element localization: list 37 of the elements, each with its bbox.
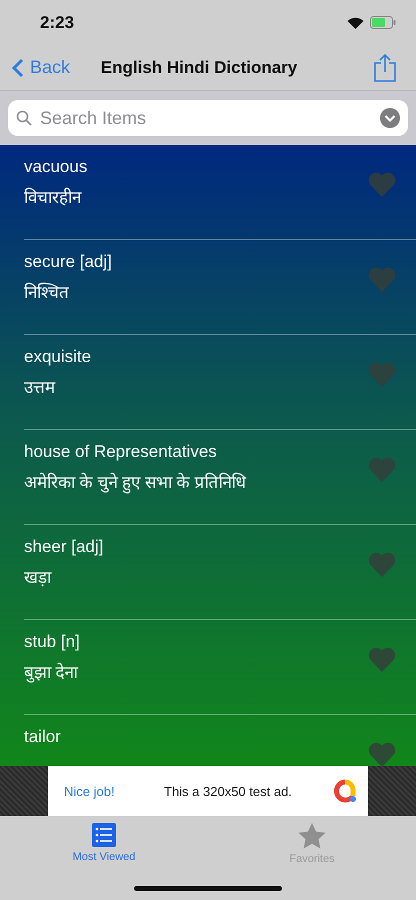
- dropdown-icon[interactable]: [380, 108, 400, 128]
- entry-meaning: अमेरिका के चुने हुए सभा के प्रतिनिधि: [24, 472, 246, 493]
- search-icon: [16, 110, 32, 126]
- ad-text: This a 320x50 test ad.: [164, 784, 293, 798]
- entry-meaning: निश्चित: [24, 282, 70, 303]
- entry-word: exquisite: [24, 347, 92, 367]
- heart-icon[interactable]: [368, 456, 396, 482]
- entry-meaning: उत्तम: [24, 377, 56, 398]
- entry-word: stub [n]: [24, 632, 80, 652]
- status-time: 2:23: [40, 12, 74, 32]
- search-field[interactable]: Search Items: [8, 100, 408, 136]
- wifi-icon: [347, 16, 364, 28]
- list-icon: [92, 823, 116, 847]
- entry-word: tailor: [24, 727, 61, 747]
- heart-icon[interactable]: [368, 646, 396, 672]
- entry-word: sheer [adj]: [24, 537, 104, 557]
- heart-icon[interactable]: [368, 361, 396, 387]
- star-icon: [298, 823, 326, 849]
- chevron-icon: [12, 58, 24, 78]
- ad-banner[interactable]: Nice job! This a 320x50 test ad.: [48, 766, 368, 816]
- heart-icon[interactable]: [368, 551, 396, 577]
- heart-icon[interactable]: [368, 741, 396, 766]
- entry-word: vacuous: [24, 157, 88, 177]
- entry-word: house of Representatives: [24, 442, 218, 462]
- share-icon[interactable]: [374, 54, 396, 82]
- screen-title: English Hindi Dictionary: [100, 58, 298, 78]
- entry-meaning: बुझा देना: [24, 662, 80, 683]
- battery-icon: [370, 16, 396, 29]
- entry-word: secure [adj]: [24, 252, 112, 272]
- heart-icon[interactable]: [368, 266, 396, 292]
- ad-logo-icon: [332, 778, 358, 804]
- entry-meaning: खड़ा: [24, 567, 53, 588]
- entry-meaning: विचारहीन: [24, 186, 83, 208]
- heart-icon[interactable]: [368, 171, 396, 197]
- back-button[interactable]: Back: [12, 57, 70, 78]
- tab-bar-item[interactable]: Most Viewed: [0, 822, 208, 872]
- ad-headline: Nice job!: [64, 784, 116, 798]
